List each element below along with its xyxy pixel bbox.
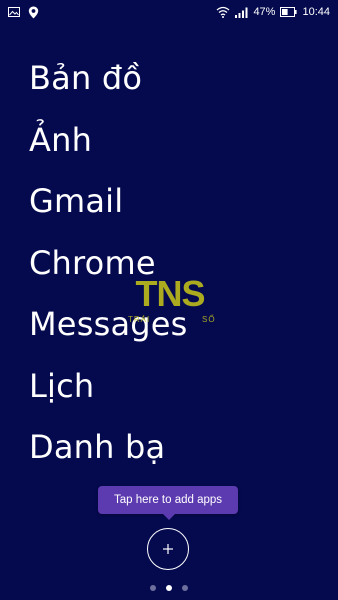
add-apps-tooltip[interactable]: Tap here to add apps (98, 486, 238, 514)
image-icon (8, 7, 20, 17)
clock-time: 10:44 (302, 6, 330, 18)
add-app-button[interactable] (147, 528, 189, 570)
battery-percent: 47% (253, 6, 276, 18)
status-right: 47% 10:44 (216, 6, 330, 18)
status-bar: 47% 10:44 (0, 0, 338, 24)
page-dot-2-active[interactable] (166, 585, 172, 591)
page-dot-3[interactable] (182, 585, 188, 591)
tooltip-arrow (162, 513, 176, 520)
watermark-subtext-right: SỐ (202, 314, 216, 324)
plus-icon (162, 543, 174, 555)
app-item-danh-ba[interactable]: Danh bạ (29, 417, 188, 479)
signal-icon (235, 7, 248, 18)
page-indicator (0, 585, 338, 591)
wifi-icon (216, 6, 230, 18)
app-item-lich[interactable]: Lịch (29, 356, 188, 418)
page-dot-1[interactable] (150, 585, 156, 591)
app-item-anh[interactable]: Ảnh (29, 110, 188, 172)
tooltip-text: Tap here to add apps (113, 494, 223, 506)
battery-icon (280, 7, 298, 17)
app-item-gmail[interactable]: Gmail (29, 171, 188, 233)
location-icon (28, 6, 39, 19)
app-item-chrome[interactable]: Chrome (29, 233, 188, 295)
status-left (8, 6, 39, 19)
app-item-ban-do[interactable]: Bản đồ (29, 48, 188, 110)
app-item-messages[interactable]: Messages (29, 294, 188, 356)
app-list: Bản đồ Ảnh Gmail Chrome Messages Lịch Da… (29, 48, 188, 479)
